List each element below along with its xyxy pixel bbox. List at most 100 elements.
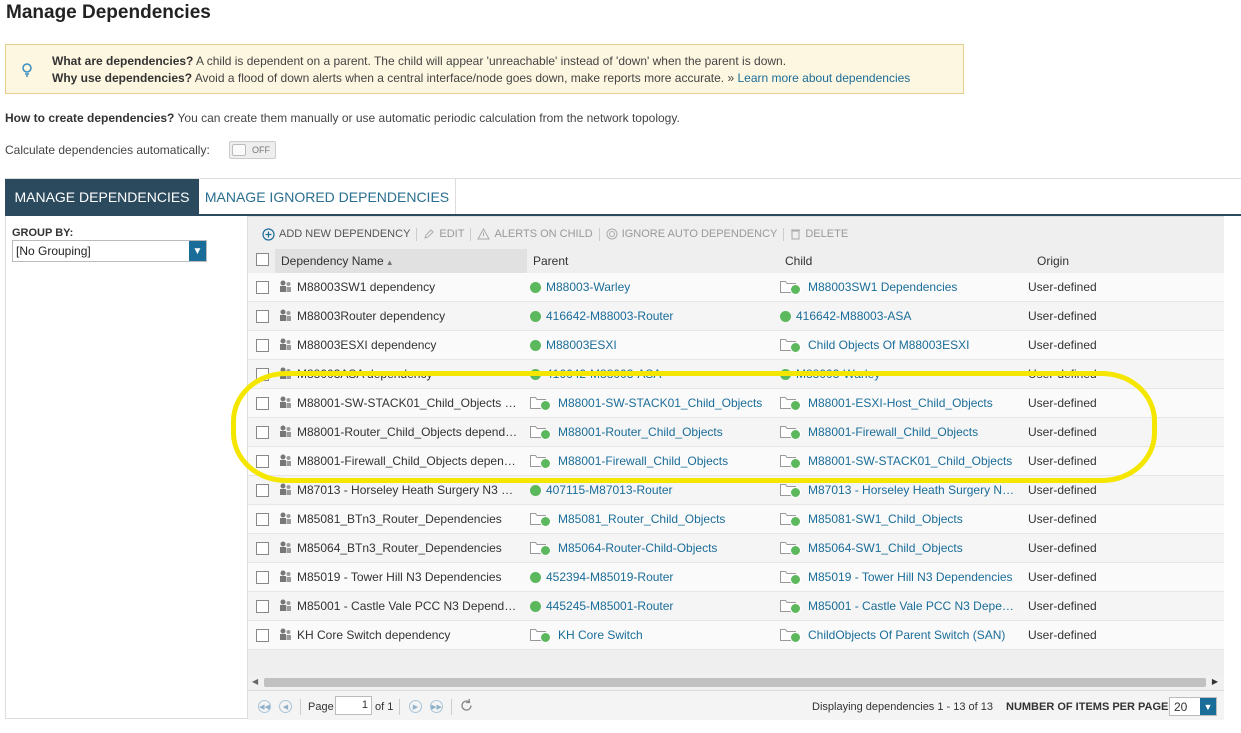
child-link[interactable]: 416642-M88003-ASA: [796, 309, 911, 323]
row-checkbox[interactable]: [256, 368, 269, 381]
origin-cell: User-defined: [1028, 280, 1097, 294]
row-checkbox[interactable]: [256, 455, 269, 468]
next-page-icon[interactable]: ▶: [409, 700, 422, 713]
group-by-label: GROUP BY:: [12, 227, 74, 239]
parent-link[interactable]: KH Core Switch: [558, 628, 643, 642]
child-link[interactable]: M85064-SW1_Child_Objects: [808, 541, 963, 555]
table-row[interactable]: M88001-SW-STACK01_Child_Objects dependen…: [248, 389, 1224, 418]
child-link[interactable]: M88001-SW-STACK01_Child_Objects: [808, 454, 1012, 468]
toggle-state: OFF: [252, 145, 270, 155]
group-by-select[interactable]: [No Grouping] ▼: [12, 240, 207, 262]
scroll-left-icon[interactable]: ◀: [252, 677, 258, 686]
table-row[interactable]: M85064_BTn3_Router_Dependencies M85064-Ro…: [248, 534, 1224, 563]
table-row[interactable]: M88003ASA dependency 416642-M88003-ASA M88…: [248, 360, 1224, 389]
child-link[interactable]: M87013 - Horseley Heath Surgery N3 Depen…: [808, 483, 1020, 497]
scroll-right-icon[interactable]: ▶: [1212, 677, 1218, 686]
ignore-auto-dependency-button[interactable]: IGNORE AUTO DEPENDENCY: [600, 228, 784, 240]
tab-manage-dependencies[interactable]: MANAGE DEPENDENCIES: [5, 179, 199, 215]
plus-circle-icon: [262, 227, 275, 241]
alerts-on-child-button[interactable]: ALERTS ON CHILD: [471, 228, 598, 240]
table-row[interactable]: M85001 - Castle Vale PCC N3 Dependencies…: [248, 592, 1224, 621]
parent-link[interactable]: M88001-Router_Child_Objects: [558, 425, 723, 439]
child-link[interactable]: M88003-Warley: [796, 367, 880, 381]
column-header-name[interactable]: Dependency Name ▲: [275, 249, 527, 273]
child-link[interactable]: M88001-ESXI-Host_Child_Objects: [808, 396, 993, 410]
child-link[interactable]: M85019 - Tower Hill N3 Dependencies: [808, 570, 1013, 584]
horizontal-scrollbar[interactable]: ◀ ▶: [248, 675, 1224, 690]
refresh-icon[interactable]: [459, 698, 474, 716]
page-input[interactable]: 1: [335, 696, 372, 715]
chevron-down-icon[interactable]: ▼: [189, 241, 206, 261]
group-folder-icon: [530, 541, 553, 557]
child-link[interactable]: M88003SW1 Dependencies: [808, 280, 957, 294]
parent-link[interactable]: M88003ESXI: [546, 338, 617, 352]
select-all-checkbox[interactable]: [256, 253, 269, 266]
row-checkbox[interactable]: [256, 339, 269, 352]
child-cell: M85064-SW1_Child_Objects: [780, 534, 1020, 563]
row-checkbox[interactable]: [256, 600, 269, 613]
parent-link[interactable]: 416642-M88003-Router: [546, 309, 673, 323]
table-row[interactable]: M88001-Firewall_Child_Objects dependency…: [248, 447, 1224, 476]
dependency-icon: [279, 627, 292, 645]
add-dependency-button[interactable]: ADD NEW DEPENDENCY: [256, 227, 416, 241]
edit-button[interactable]: EDIT: [417, 228, 470, 240]
status-up-icon: [530, 601, 541, 613]
row-checkbox[interactable]: [256, 571, 269, 584]
pager-separator: [451, 699, 452, 715]
parent-link[interactable]: M88001-SW-STACK01_Child_Objects: [558, 396, 762, 410]
column-header-origin[interactable]: Origin: [1031, 249, 1221, 273]
child-link[interactable]: M88001-Firewall_Child_Objects: [808, 425, 978, 439]
last-page-icon[interactable]: ▶▶: [430, 700, 443, 713]
row-checkbox[interactable]: [256, 310, 269, 323]
prev-page-icon[interactable]: ◀: [279, 700, 292, 713]
row-checkbox[interactable]: [256, 542, 269, 555]
parent-link[interactable]: 416642-M88003-ASA: [546, 367, 661, 381]
row-checkbox[interactable]: [256, 281, 269, 294]
table-row[interactable]: M88003Router dependency 416642-M88003-Rou…: [248, 302, 1224, 331]
auto-calc-toggle[interactable]: OFF: [229, 141, 276, 159]
dependency-name: M88003Router dependency: [297, 309, 446, 323]
learn-more-link[interactable]: Learn more about dependencies: [737, 71, 910, 85]
child-link[interactable]: M85081-SW1_Child_Objects: [808, 512, 963, 526]
parent-link[interactable]: M88001-Firewall_Child_Objects: [558, 454, 728, 468]
column-header-parent[interactable]: Parent: [527, 249, 777, 273]
row-checkbox[interactable]: [256, 397, 269, 410]
row-checkbox[interactable]: [256, 426, 269, 439]
origin-cell: User-defined: [1028, 599, 1097, 613]
table-row[interactable]: M88003SW1 dependency M88003-Warley M88003S…: [248, 273, 1224, 302]
parent-link[interactable]: M85081_Router_Child_Objects: [558, 512, 725, 526]
parent-link[interactable]: 407115-M87013-Router: [546, 483, 673, 497]
parent-link[interactable]: M88003-Warley: [546, 280, 630, 294]
table-row[interactable]: M88001-Router_Child_Objects dependency M8…: [248, 418, 1224, 447]
table-row[interactable]: M85019 - Tower Hill N3 Dependencies 45239…: [248, 563, 1224, 592]
table-row[interactable]: KH Core Switch dependency KH Core Switch C…: [248, 621, 1224, 650]
column-header-child[interactable]: Child: [779, 249, 1029, 273]
status-up-icon: [540, 632, 551, 644]
row-checkbox[interactable]: [256, 484, 269, 497]
dependencies-grid: ADD NEW DEPENDENCY EDIT ALERTS ON CHILD …: [248, 216, 1224, 720]
group-folder-icon: [530, 454, 553, 470]
dependency-icon: [279, 540, 292, 558]
status-up-icon: [790, 284, 801, 296]
scrollbar-thumb[interactable]: [264, 678, 1206, 687]
per-page-select[interactable]: 20 ▼: [1169, 697, 1217, 716]
child-link[interactable]: M85001 - Castle Vale PCC N3 Dependencies: [808, 599, 1020, 613]
tab-manage-ignored-dependencies[interactable]: MANAGE IGNORED DEPENDENCIES: [199, 179, 456, 215]
add-dependency-label: ADD NEW DEPENDENCY: [279, 228, 411, 240]
origin-cell: User-defined: [1028, 309, 1097, 323]
first-page-icon[interactable]: ◀◀: [258, 700, 271, 713]
parent-link[interactable]: 452394-M85019-Router: [546, 570, 673, 584]
delete-button[interactable]: DELETE: [784, 228, 854, 240]
row-checkbox[interactable]: [256, 513, 269, 526]
parent-link[interactable]: 445245-M85001-Router: [546, 599, 673, 613]
delete-label: DELETE: [805, 228, 849, 240]
row-checkbox[interactable]: [256, 629, 269, 642]
table-row[interactable]: M85081_BTn3_Router_Dependencies M85081_Ro…: [248, 505, 1224, 534]
table-row[interactable]: M88003ESXI dependency M88003ESXI Child Obj…: [248, 331, 1224, 360]
parent-link[interactable]: M85064-Router-Child-Objects: [558, 541, 717, 555]
child-link[interactable]: ChildObjects Of Parent Switch (SAN): [808, 628, 1005, 642]
child-link[interactable]: Child Objects Of M88003ESXI: [808, 338, 969, 352]
table-row[interactable]: M87013 - Horseley Heath Surgery N3 Depen…: [248, 476, 1224, 505]
chevron-down-icon[interactable]: ▼: [1200, 698, 1216, 715]
group-folder-icon: [780, 338, 803, 354]
